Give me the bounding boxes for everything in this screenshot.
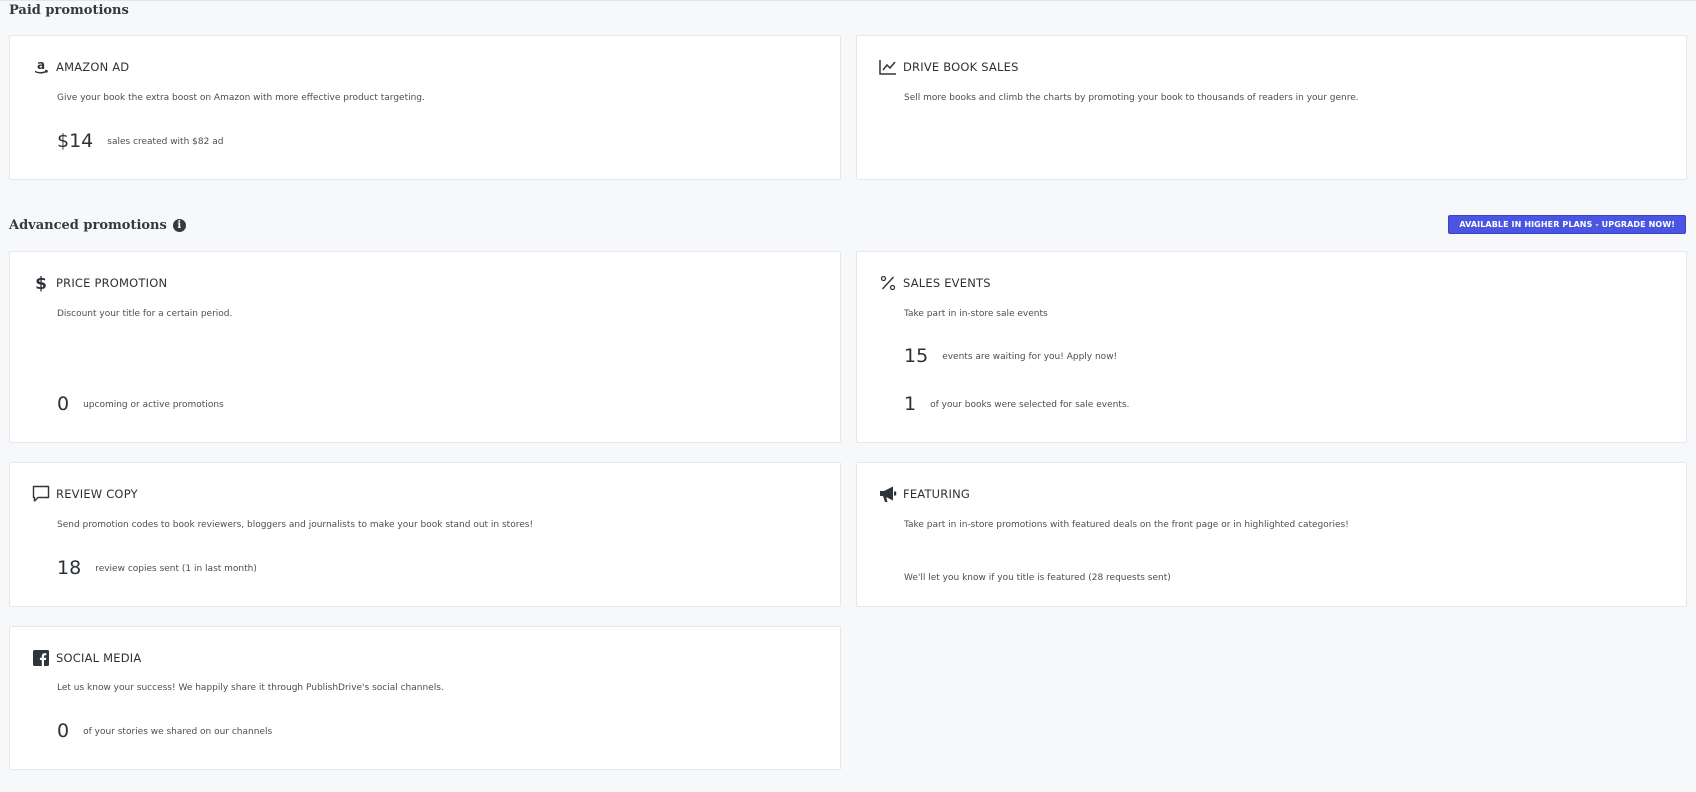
stat-label: review copies sent (1 in last month) [95,564,257,574]
amazon-icon: a [32,58,50,76]
card-description: Let us know your success! We happily sha… [57,683,444,693]
section-title-paid-text: Paid promotions [9,3,129,18]
stat-row: 18 review copies sent (1 in last month) [57,557,257,579]
stat-label: sales created with $82 ad [107,137,224,147]
card-header: $ PRICE PROMOTION [32,274,167,292]
featuring-note: We'll let you know if you title is featu… [904,573,1171,583]
stat-label: of your books were selected for sale eve… [930,400,1130,410]
card-description: Discount your title for a certain period… [57,309,233,319]
section-title-advanced-text: Advanced promotions [9,218,167,233]
stat-row-selected: 1 of your books were selected for sale e… [904,393,1129,415]
stat-row: 0 of your stories we shared on our chann… [57,720,272,742]
card-description: Sell more books and climb the charts by … [904,93,1359,103]
info-icon[interactable]: i [172,219,186,232]
card-title: PRICE PROMOTION [56,276,168,290]
stat-value: $14 [57,130,94,152]
stat-row-events: 15 events are waiting for you! Apply now… [904,345,1117,367]
facebook-icon [32,649,50,667]
svg-text:$: $ [35,274,47,292]
card-title: SOCIAL MEDIA [56,651,142,665]
stat-label: upcoming or active promotions [83,400,224,410]
card-drive-book-sales[interactable]: DRIVE BOOK SALES Sell more books and cli… [856,35,1687,180]
stat-row: $14 sales created with $82 ad [57,130,223,152]
card-sales-events[interactable]: SALES EVENTS Take part in in-store sale … [856,251,1687,443]
card-header: REVIEW COPY [32,485,138,503]
card-header: FEATURING [879,485,970,503]
stat-label: events are waiting for you! Apply now! [942,352,1118,362]
section-title-paid: Paid promotions [9,3,129,18]
megaphone-icon [879,485,897,503]
card-header: a AMAZON AD [32,58,129,76]
card-description: Take part in in-store promotions with fe… [904,520,1349,530]
card-header: SALES EVENTS [879,274,991,292]
stat-value: 1 [904,393,917,415]
stat-label: of your stories we shared on our channel… [83,727,273,737]
card-description: Give your book the extra boost on Amazon… [57,93,425,103]
card-title: DRIVE BOOK SALES [903,60,1019,74]
section-title-advanced: Advanced promotions i [9,218,186,233]
stat-value: 0 [57,720,70,742]
card-description: Send promotion codes to book reviewers, … [57,520,534,530]
card-title: AMAZON AD [56,60,130,74]
stat-value: 18 [57,557,82,579]
card-featuring[interactable]: FEATURING Take part in in-store promotio… [856,462,1687,607]
card-header: DRIVE BOOK SALES [879,58,1019,76]
card-header: SOCIAL MEDIA [32,649,141,667]
stat-value: 15 [904,345,929,367]
card-review-copy[interactable]: REVIEW COPY Send promotion codes to book… [9,462,841,607]
card-amazon-ad[interactable]: a AMAZON AD Give your book the extra boo… [9,35,841,180]
stat-row: 0 upcoming or active promotions [57,393,224,415]
card-title: FEATURING [903,487,970,501]
stat-value: 0 [57,393,70,415]
comment-icon [32,485,50,503]
upgrade-button[interactable]: AVAILABLE IN HIGHER PLANS - UPGRADE NOW! [1448,215,1686,234]
percent-icon [879,274,897,292]
card-social-media[interactable]: SOCIAL MEDIA Let us know your success! W… [9,626,841,770]
svg-text:a: a [37,59,45,72]
dollar-icon: $ [32,274,50,292]
top-divider [0,0,1696,1]
line-chart-icon [879,58,897,76]
card-title: SALES EVENTS [903,276,991,290]
card-title: REVIEW COPY [56,487,138,501]
card-description: Take part in in-store sale events [904,309,1048,319]
card-price-promotion[interactable]: $ PRICE PROMOTION Discount your title fo… [9,251,841,443]
